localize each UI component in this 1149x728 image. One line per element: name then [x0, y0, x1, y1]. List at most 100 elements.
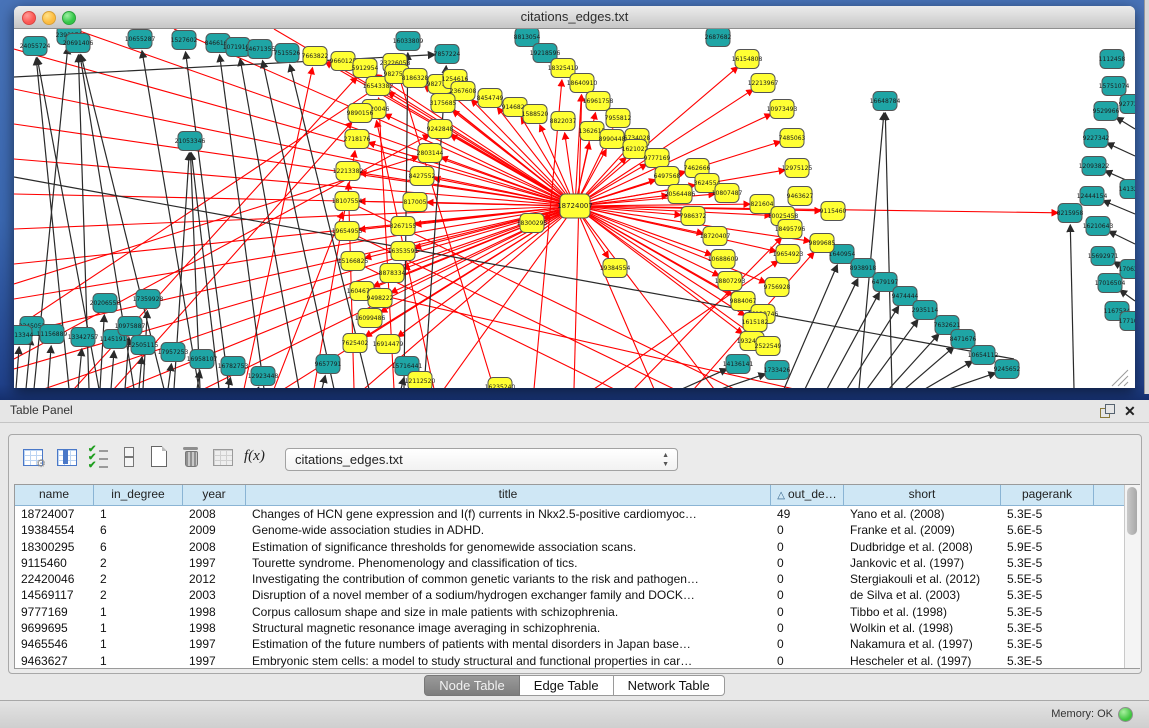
edge: [905, 347, 954, 388]
graph-node-label: 10807487: [712, 190, 743, 197]
table-cell: Embryonic stem cells: a model to study s…: [246, 653, 771, 669]
new-table-icon[interactable]: [146, 444, 172, 470]
citation-network-graph[interactable]: 2405572423931762069140610655287152760284…: [14, 29, 1135, 388]
table-cell: 1: [94, 506, 183, 522]
table-cell: Stergiakouli et al. (2012): [844, 571, 1001, 587]
graph-node-label: 19384554: [600, 265, 631, 272]
table-cell: 1997: [183, 555, 246, 571]
column-visibility-icon[interactable]: ✔ ✔ ✔: [86, 444, 112, 470]
select-columns-icon[interactable]: [54, 444, 80, 470]
edge: [1109, 231, 1135, 244]
graph-node-label: 9227342: [1083, 135, 1110, 142]
graph-node-label: 14136141: [723, 361, 754, 368]
table-row[interactable]: 2242004622012Investigating the contribut…: [15, 571, 1139, 587]
edge: [48, 346, 51, 388]
graph-node-label: 10688609: [708, 256, 739, 263]
edge: [867, 320, 918, 388]
import-table-icon[interactable]: [210, 444, 236, 470]
table-header-row: namein_degreeyeartitle△out_de…shortpager…: [15, 485, 1139, 506]
column-header-short[interactable]: short: [844, 485, 1001, 505]
close-panel-icon[interactable]: ✕: [1124, 402, 1136, 420]
resize-grip-icon[interactable]: [1124, 382, 1128, 386]
edge: [784, 265, 837, 388]
network-window: citations_edges.txt 24055724239317620691…: [14, 6, 1135, 388]
table-row[interactable]: 946554611997Estimation of the future num…: [15, 636, 1139, 652]
table-cell: 9777169: [15, 604, 94, 620]
graph-node-label: 6497568: [654, 173, 681, 180]
table-row[interactable]: 977716911998Corpus callosum shape and si…: [15, 604, 1139, 620]
graph-node-label: 1112458: [1099, 56, 1126, 63]
graph-node-label: 7462666: [684, 165, 711, 172]
graph-node-label: 9890156: [347, 110, 374, 117]
network-window-titlebar[interactable]: citations_edges.txt: [14, 6, 1135, 29]
graph-node-label: 16353591: [388, 248, 419, 255]
table-selector-value: citations_edges.txt: [295, 452, 403, 467]
table-panel-header: Table Panel ✕: [0, 400, 1149, 423]
graph-node-label: 16210643: [1083, 223, 1114, 230]
delete-table-icon[interactable]: [178, 444, 204, 470]
minimize-window-button[interactable]: [42, 11, 56, 25]
table-selector-dropdown[interactable]: citations_edges.txt ▲▼: [285, 448, 678, 471]
edge: [1103, 201, 1135, 214]
table-body: 1872400712008Changes of HCN gene express…: [15, 506, 1139, 669]
table-cell: 1: [94, 604, 183, 620]
edge: [805, 279, 858, 388]
table-row[interactable]: 911546021997Tourette syndrome. Phenomeno…: [15, 555, 1139, 571]
zoom-window-button[interactable]: [62, 11, 76, 25]
graph-node-label: 9498222: [367, 295, 394, 302]
edge: [885, 113, 892, 388]
graph-node-label: 3267155: [390, 223, 417, 230]
memory-status-icon[interactable]: [1118, 707, 1133, 722]
graph-node-label: 1640954: [829, 251, 856, 258]
function-builder-icon[interactable]: f(x): [244, 444, 270, 470]
resize-grip-icon[interactable]: [1118, 376, 1128, 386]
tab-node-table[interactable]: Node Table: [424, 675, 520, 696]
row-height-icon[interactable]: [116, 444, 142, 470]
column-header-out_de[interactable]: △out_de…: [771, 485, 844, 505]
table-row[interactable]: 1830029562008Estimation of significance …: [15, 539, 1139, 555]
table-cell: 0: [771, 620, 844, 636]
graph-node-label: 20206556: [90, 300, 121, 307]
edge: [1116, 117, 1135, 129]
close-window-button[interactable]: [22, 11, 36, 25]
graph-node-label: 10973493: [767, 106, 798, 113]
graph-node-label: 18640910: [567, 80, 598, 87]
table-row[interactable]: 969969511998Structural magnetic resonanc…: [15, 620, 1139, 636]
column-header-pagerank[interactable]: pagerank: [1001, 485, 1094, 505]
table-tab-bar: Node TableEdge TableNetwork Table: [0, 675, 1149, 699]
graph-node-label: 7986372: [680, 213, 707, 220]
edge: [859, 113, 884, 388]
edge: [26, 338, 31, 388]
column-header-title[interactable]: title: [246, 485, 771, 505]
sort-ascending-icon: △: [777, 490, 785, 501]
table-scrollbar[interactable]: [1124, 485, 1140, 668]
graph-node-label: 9657791: [315, 361, 342, 368]
table-cell: 9699695: [15, 620, 94, 636]
graph-node-label: 9899685: [809, 240, 836, 247]
table-row[interactable]: 1872400712008Changes of HCN gene express…: [15, 506, 1139, 522]
graph-node-label: 17957253: [158, 349, 189, 356]
column-header-name[interactable]: name: [15, 485, 94, 505]
column-header-in_degree[interactable]: in_degree: [94, 485, 183, 505]
table-settings-icon[interactable]: ⚙: [20, 444, 46, 470]
graph-node-label: 2935114: [912, 307, 939, 314]
table-cell: 2: [94, 587, 183, 603]
graph-node-label: 24055724: [20, 43, 51, 50]
scrollbar-thumb[interactable]: [1127, 487, 1137, 535]
graph-node-label: 16154808: [732, 56, 763, 63]
float-panel-icon[interactable]: [1100, 404, 1115, 418]
table-cell: 5.3E-5: [1001, 636, 1094, 652]
table-row[interactable]: 1456911722003Disruption of a novel membe…: [15, 587, 1139, 603]
column-header-year[interactable]: year: [183, 485, 246, 505]
network-view-canvas[interactable]: 2405572423931762069140610655287152760284…: [14, 29, 1135, 388]
table-row[interactable]: 1938455462009Genome-wide association stu…: [15, 522, 1139, 538]
table-cell: 5.3E-5: [1001, 653, 1094, 669]
graph-node-label: 16099486: [355, 315, 386, 322]
tab-edge-table[interactable]: Edge Table: [520, 675, 614, 696]
table-cell: 5.3E-5: [1001, 620, 1094, 636]
tab-network-table[interactable]: Network Table: [614, 675, 725, 696]
graph-node-label: 9474444: [892, 293, 919, 300]
edge: [111, 351, 114, 388]
edge: [1107, 143, 1135, 156]
table-row[interactable]: 946362711997Embryonic stem cells: a mode…: [15, 653, 1139, 669]
